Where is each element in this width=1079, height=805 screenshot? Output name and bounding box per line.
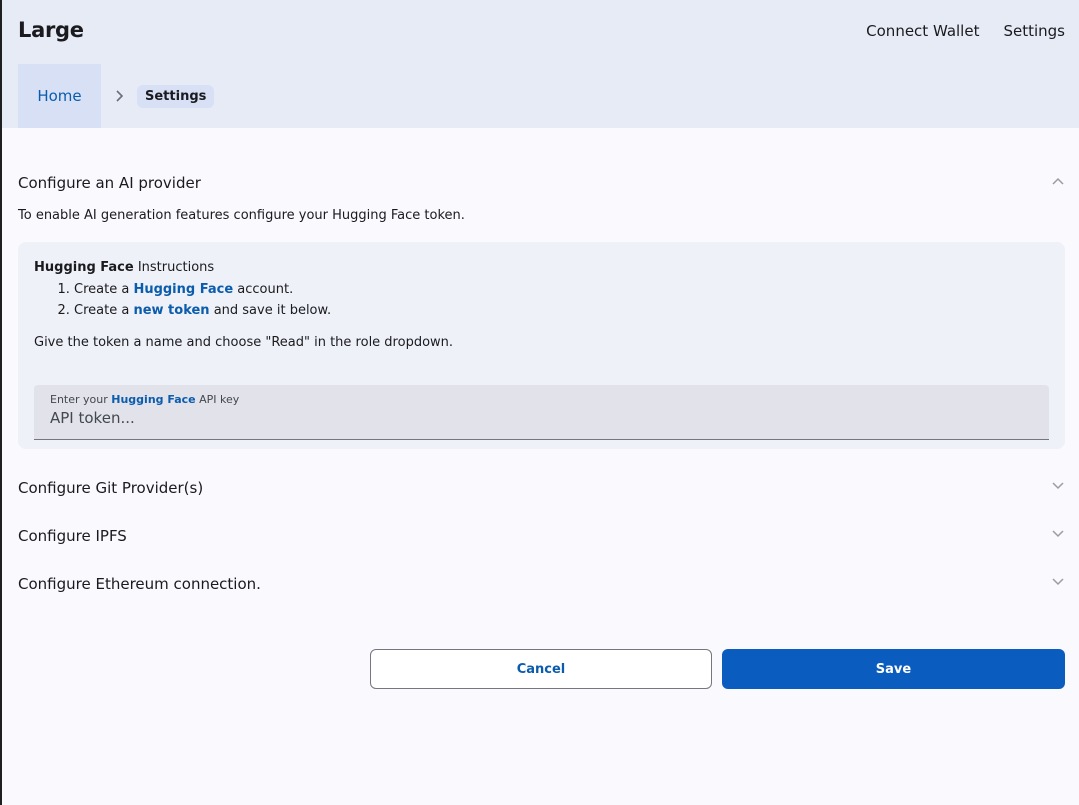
app-title: Large xyxy=(18,18,84,42)
new-token-link[interactable]: new token xyxy=(133,303,209,318)
instruction-step-1: Create a Hugging Face account. xyxy=(74,279,1049,300)
instructions-steps: Create a Hugging Face account. Create a … xyxy=(34,279,1049,321)
ethereum-accordion-header[interactable]: Configure Ethereum connection. xyxy=(18,560,1065,608)
chevron-right-icon xyxy=(101,90,137,102)
ai-provider-accordion-header[interactable]: Configure an AI provider xyxy=(18,159,1065,207)
instructions-panel: Hugging Face Instructions Create a Huggi… xyxy=(18,242,1065,449)
nav-actions: Connect Wallet Settings xyxy=(866,22,1065,40)
chevron-down-icon xyxy=(1051,527,1065,545)
ai-provider-title: Configure an AI provider xyxy=(18,174,201,192)
connect-wallet-link[interactable]: Connect Wallet xyxy=(866,22,979,40)
instructions-note: Give the token a name and choose "Read" … xyxy=(34,335,454,350)
settings-link[interactable]: Settings xyxy=(1003,22,1065,40)
api-key-label: Enter your Hugging Face API key xyxy=(50,393,240,406)
chevron-down-icon xyxy=(1051,479,1065,497)
chevron-down-icon xyxy=(1051,575,1065,593)
instructions-heading: Hugging Face Instructions xyxy=(34,260,215,275)
ipfs-title: Configure IPFS xyxy=(18,527,127,545)
git-provider-title: Configure Git Provider(s) xyxy=(18,479,204,497)
chevron-up-icon xyxy=(1051,174,1065,192)
hugging-face-link[interactable]: Hugging Face xyxy=(133,282,233,297)
breadcrumb-current: Settings xyxy=(137,84,215,108)
breadcrumb-home[interactable]: Home xyxy=(18,64,101,128)
form-actions: Cancel Save xyxy=(370,649,1065,689)
instruction-step-2: Create a new token and save it below. xyxy=(74,300,1049,321)
ethereum-title: Configure Ethereum connection. xyxy=(18,575,261,593)
ipfs-accordion-header[interactable]: Configure IPFS xyxy=(18,512,1065,560)
breadcrumb: Home Settings xyxy=(18,64,215,128)
api-key-field[interactable]: Enter your Hugging Face API key xyxy=(34,385,1049,440)
settings-content: Configure an AI provider To enable AI ge… xyxy=(18,128,1065,608)
git-provider-accordion-header[interactable]: Configure Git Provider(s) xyxy=(18,464,1065,512)
cancel-button[interactable]: Cancel xyxy=(370,649,712,689)
api-token-input[interactable] xyxy=(50,409,1033,427)
ai-provider-description: To enable AI generation features configu… xyxy=(18,208,465,223)
save-button[interactable]: Save xyxy=(722,649,1065,689)
top-bar: Large Connect Wallet Settings Home Setti… xyxy=(2,0,1079,128)
api-key-label-link[interactable]: Hugging Face xyxy=(111,393,195,406)
